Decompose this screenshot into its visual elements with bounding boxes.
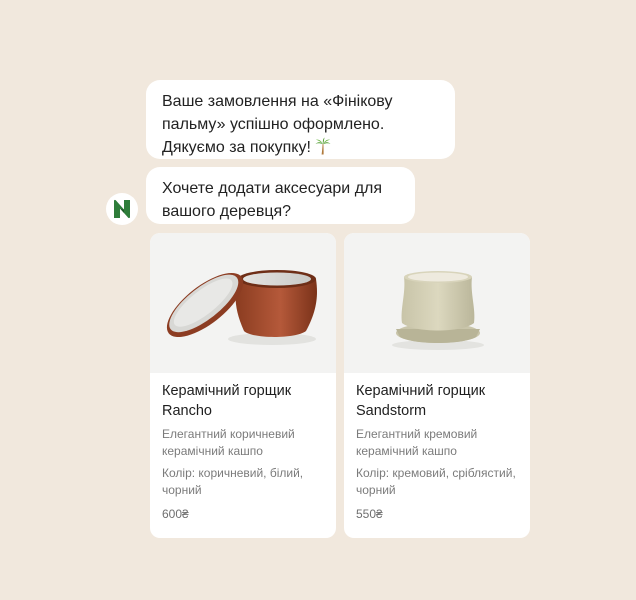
bot-avatar	[106, 193, 138, 225]
bot-message-accessories-offer: Хочете додати аксесуари для вашого дерев…	[146, 167, 415, 224]
product-price: 600₴	[162, 507, 189, 521]
bot-message-order-confirmation: Ваше замовлення на «Фінікову пальму» усп…	[146, 80, 455, 159]
product-image	[344, 233, 530, 373]
product-description: Елегантний коричневий керамічний кашпо	[162, 427, 295, 458]
product-card-sandstorm[interactable]: Керамічний горщик Sandstorm Елегантний к…	[344, 233, 530, 538]
palm-tree-icon	[315, 137, 331, 155]
product-title[interactable]: Керамічний горщик Rancho	[162, 381, 328, 421]
chat-screen: Ваше замовлення на «Фінікову пальму» усп…	[0, 0, 636, 600]
product-colors: Колір: коричневий, білий, чорний	[162, 466, 304, 497]
product-price: 550₴	[356, 507, 383, 521]
terracotta-pot-image	[166, 270, 317, 345]
product-card-rancho[interactable]: Керамічний горщик Rancho Елегантний кори…	[150, 233, 336, 538]
message-text: Ваше замовлення на «Фінікову пальму» усп…	[162, 93, 393, 156]
product-colors: Колір: кремовий, сріблястий, чорний	[356, 466, 516, 497]
brand-logo-icon	[114, 199, 130, 219]
product-image	[150, 233, 336, 373]
message-text: Хочете додати аксесуари для вашого дерев…	[162, 180, 383, 220]
product-description: Елегантний кремовий керамічний кашпо	[356, 427, 478, 458]
cream-pot-image	[392, 271, 484, 350]
product-title[interactable]: Керамічний горщик Sandstorm	[356, 381, 522, 421]
